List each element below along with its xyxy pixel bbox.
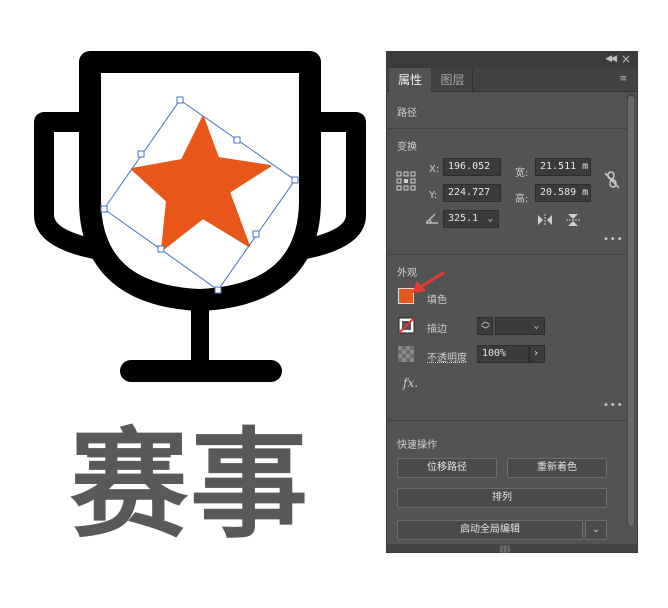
divider bbox=[387, 420, 627, 421]
stroke-weight-input[interactable]: ⌄ bbox=[495, 317, 545, 335]
width-input[interactable]: 21.511 m bbox=[535, 158, 591, 176]
flip-vertical-icon[interactable] bbox=[565, 213, 581, 227]
stroke-weight-stepper[interactable]: ︿ ﹀ bbox=[477, 317, 493, 335]
height-label: 高: bbox=[515, 194, 529, 205]
section-title-path: 路径 bbox=[397, 108, 417, 119]
rotate-angle-value: 325.1 bbox=[448, 213, 479, 224]
arrange-button[interactable]: 排列 bbox=[397, 488, 607, 508]
panel-title-bar: ◀◀ × bbox=[387, 52, 637, 68]
trophy-stem[interactable] bbox=[191, 305, 209, 365]
chevron-right-icon: › bbox=[533, 348, 540, 359]
y-label: Y: bbox=[429, 190, 438, 201]
chevron-down-icon[interactable]: ⌄ bbox=[488, 211, 493, 227]
rotate-angle-icon bbox=[425, 213, 438, 224]
resize-grip-icon[interactable]: |||||||| bbox=[499, 545, 511, 553]
opacity-slider-toggle[interactable]: › bbox=[529, 345, 545, 363]
more-options-icon[interactable]: ••• bbox=[603, 400, 624, 411]
panel-bottom-bar: |||||||| bbox=[387, 544, 637, 553]
stroke-swatch-none-icon[interactable] bbox=[398, 317, 415, 334]
start-global-edit-button[interactable]: 启动全局编辑 bbox=[397, 520, 583, 540]
rotate-angle-input[interactable]: 325.1 ⌄ bbox=[443, 210, 499, 228]
properties-panel: ◀◀ × 属性 图层 ≡ 路径 变换 X: 196.052 宽: 21.511 … bbox=[386, 51, 638, 553]
trophy-base[interactable] bbox=[120, 360, 282, 382]
offset-path-button[interactable]: 位移路径 bbox=[397, 458, 497, 478]
chevron-down-icon: ⌄ bbox=[592, 525, 600, 535]
stepper-down-icon[interactable]: ﹀ bbox=[481, 323, 490, 334]
opacity-input[interactable]: 100% bbox=[477, 345, 529, 363]
fill-label: 填色 bbox=[427, 295, 447, 306]
section-title-quick-actions: 快速操作 bbox=[397, 440, 437, 451]
divider bbox=[387, 254, 627, 255]
opacity-label[interactable]: 不透明度 bbox=[427, 349, 467, 364]
close-icon[interactable]: × bbox=[621, 52, 631, 66]
x-label: X: bbox=[429, 164, 440, 175]
chevron-down-icon[interactable]: ⌄ bbox=[534, 318, 539, 334]
panel-tab-bar: 属性 图层 ≡ bbox=[387, 68, 637, 92]
y-input[interactable]: 224.727 bbox=[443, 184, 501, 202]
artwork-title-text[interactable]: 赛事 bbox=[70, 420, 340, 550]
opacity-checker-icon bbox=[398, 346, 414, 362]
divider bbox=[387, 128, 627, 129]
section-title-transform: 变换 bbox=[397, 142, 417, 153]
more-options-icon[interactable]: ••• bbox=[603, 234, 624, 245]
collapse-panel-icon[interactable]: ◀◀ bbox=[605, 54, 617, 64]
recolor-button[interactable]: 重新着色 bbox=[507, 458, 607, 478]
global-edit-dropdown-button[interactable]: ⌄ bbox=[585, 520, 607, 540]
panel-menu-icon[interactable]: ≡ bbox=[619, 74, 627, 84]
artboard[interactable]: 赛事 bbox=[0, 0, 380, 608]
stroke-label: 描边 bbox=[427, 324, 447, 335]
x-input[interactable]: 196.052 bbox=[443, 158, 501, 176]
panel-scrollbar[interactable] bbox=[627, 94, 635, 526]
fx-effects-icon[interactable]: fx. bbox=[403, 376, 418, 390]
height-input[interactable]: 20.589 m bbox=[535, 184, 591, 202]
constrain-proportions-link-icon[interactable] bbox=[604, 171, 620, 189]
reference-point-icon[interactable] bbox=[396, 171, 416, 191]
tab-properties[interactable]: 属性 bbox=[389, 68, 431, 92]
scrollbar-thumb[interactable] bbox=[628, 96, 634, 526]
width-label: 宽: bbox=[515, 168, 529, 179]
trophy-artwork[interactable] bbox=[0, 0, 380, 430]
flip-horizontal-icon[interactable] bbox=[537, 213, 553, 227]
tab-layers[interactable]: 图层 bbox=[433, 68, 473, 92]
